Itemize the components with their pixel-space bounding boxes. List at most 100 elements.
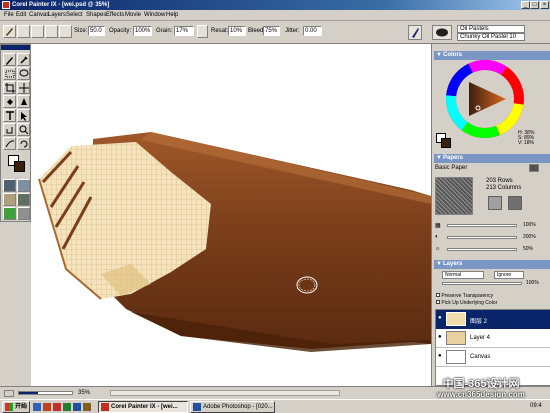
saturation-value-triangle[interactable] — [469, 82, 506, 116]
size-field[interactable]: 50.0 — [88, 26, 105, 36]
minimize-button[interactable]: _ — [521, 1, 530, 9]
eye-icon[interactable]: ● — [438, 334, 442, 340]
grain-field[interactable]: 17% — [174, 26, 194, 36]
brush-option-icon[interactable] — [197, 25, 208, 38]
zoom-slider[interactable] — [18, 391, 73, 395]
nozzle-selector[interactable] — [17, 207, 30, 220]
pick-up-color-option[interactable]: Pick Up Underlying Color — [436, 300, 497, 306]
collapse-triangle-icon[interactable]: ▼ — [436, 51, 442, 60]
paper-contrast-slider[interactable] — [447, 236, 517, 239]
menu-select[interactable]: Select — [66, 12, 83, 19]
quicklaunch-app-icon[interactable] — [73, 403, 81, 411]
maximize-button[interactable]: □ — [530, 1, 539, 9]
selector-tool[interactable] — [17, 109, 30, 122]
jitter-field[interactable]: 0.00 — [303, 26, 322, 36]
menu-canvas[interactable]: Canvas — [29, 12, 49, 19]
close-button[interactable]: × — [540, 1, 549, 9]
brush-selector[interactable]: Oil Pastels Chunky Oil Pastel 10 — [405, 23, 550, 42]
opacity-field[interactable]: 100% — [133, 26, 152, 36]
quicklaunch-app-icon[interactable] — [63, 403, 71, 411]
composite-depth-select[interactable]: Ignore — [494, 271, 524, 279]
method-icon[interactable] — [59, 25, 72, 38]
composite-method-value: Normal — [445, 272, 462, 278]
weave-selector[interactable] — [17, 193, 30, 206]
task-painter[interactable]: Corel Painter IX - [wei... — [98, 401, 188, 413]
paper-rows: 203 Rows — [486, 178, 513, 184]
lasso-tool[interactable] — [17, 67, 30, 80]
layer-row[interactable]: ● 图层 2 — [436, 310, 550, 329]
quicklaunch-app-icon[interactable] — [53, 403, 61, 411]
menu-file[interactable]: File — [4, 12, 14, 19]
layer-adjuster-tool[interactable] — [17, 81, 30, 94]
papers-panel-header[interactable]: ▼ Papers — [434, 154, 550, 163]
pick-up-color-checkbox[interactable] — [436, 300, 440, 304]
brush-tool-icon[interactable] — [3, 25, 16, 38]
brush-category-field[interactable]: Oil Pastels — [457, 25, 525, 33]
eye-icon[interactable]: ● — [438, 353, 442, 359]
menu-window[interactable]: Window — [144, 12, 165, 19]
layers-panel-header[interactable]: ▼ Layers — [434, 260, 550, 269]
paper-selector[interactable] — [3, 179, 16, 192]
menu-effects[interactable]: Effects — [106, 12, 124, 19]
grid-toggle-icon[interactable] — [4, 390, 14, 397]
paper-brightness-slider[interactable] — [447, 248, 517, 251]
menu-edit[interactable]: Edit — [16, 12, 26, 19]
dropper-tool[interactable] — [17, 53, 30, 66]
brush-variant-field[interactable]: Chunky Oil Pastel 10 — [457, 33, 525, 41]
toolbox-title-bar[interactable] — [1, 45, 30, 50]
collapse-triangle-icon[interactable]: ▼ — [436, 154, 442, 163]
dab-type-icon[interactable] — [31, 25, 44, 38]
resat-field[interactable]: 10% — [228, 26, 246, 36]
brush-tool[interactable] — [3, 53, 16, 66]
layer-opacity-slider[interactable] — [442, 282, 522, 285]
quicklaunch-app-icon[interactable] — [83, 403, 91, 411]
colors-panel-header[interactable]: ▼ Colors — [434, 51, 550, 60]
layer-row[interactable]: ● Canvas — [436, 348, 550, 367]
brush-tip-tool[interactable] — [3, 137, 16, 150]
invert-paper-button[interactable] — [488, 196, 502, 210]
pattern-selector[interactable] — [3, 193, 16, 206]
stroke-type-icon[interactable] — [45, 25, 58, 38]
paper-name: Basic Paper — [435, 165, 468, 171]
paint-bucket-tool[interactable] — [3, 95, 16, 108]
menu-movie[interactable]: Movie — [125, 12, 141, 19]
magnifier-tool[interactable] — [17, 123, 30, 136]
colors-panel-title: Colors — [443, 52, 463, 58]
task-photoshop[interactable]: Adobe Photoshop - [020... — [190, 401, 275, 413]
paper-scale-row: ▦ 100% — [435, 221, 550, 231]
paper-texture-preview[interactable] — [435, 177, 473, 215]
rect-select-tool[interactable] — [3, 67, 16, 80]
layer-row[interactable]: ● Layer 4 — [436, 329, 550, 348]
main-color-swatch[interactable] — [14, 161, 25, 172]
rotate-page-tool[interactable] — [17, 137, 30, 150]
quicklaunch-ie-icon[interactable] — [33, 403, 41, 411]
preserve-transparency-option[interactable]: Preserve Transparency — [436, 293, 493, 299]
text-tool[interactable] — [3, 109, 16, 122]
look-selector[interactable] — [3, 207, 16, 220]
pen-tool[interactable] — [17, 95, 30, 108]
horizontal-scrollbar[interactable] — [110, 390, 340, 396]
paper-options-button[interactable] — [508, 196, 522, 210]
hand-tool[interactable] — [3, 123, 16, 136]
composite-method-select[interactable]: Normal — [442, 271, 484, 279]
paper-library-button[interactable] — [529, 164, 539, 172]
menu-shapes[interactable]: Shapes — [86, 12, 106, 19]
eye-icon[interactable]: ● — [438, 315, 442, 321]
quicklaunch-app-icon[interactable] — [43, 403, 51, 411]
painter-app-icon[interactable] — [2, 1, 10, 9]
crop-tool[interactable] — [3, 81, 16, 94]
brush-category-icon[interactable] — [408, 25, 422, 40]
brush-variant-icon[interactable] — [432, 25, 452, 40]
reset-tool-icon[interactable] — [17, 25, 30, 38]
arrow-icon — [21, 112, 27, 121]
main-color-chip[interactable] — [441, 138, 451, 148]
gradient-selector[interactable] — [17, 179, 30, 192]
paper-scale-slider[interactable] — [447, 224, 517, 227]
start-button[interactable]: 开始 — [2, 401, 30, 413]
document-canvas[interactable] — [31, 44, 431, 386]
bleed-field[interactable]: 75% — [263, 26, 280, 36]
menu-help[interactable]: Help — [166, 12, 178, 19]
collapse-triangle-icon[interactable]: ▼ — [436, 260, 442, 269]
preserve-transparency-checkbox[interactable] — [436, 293, 440, 297]
menu-layers[interactable]: Layers — [48, 12, 66, 19]
